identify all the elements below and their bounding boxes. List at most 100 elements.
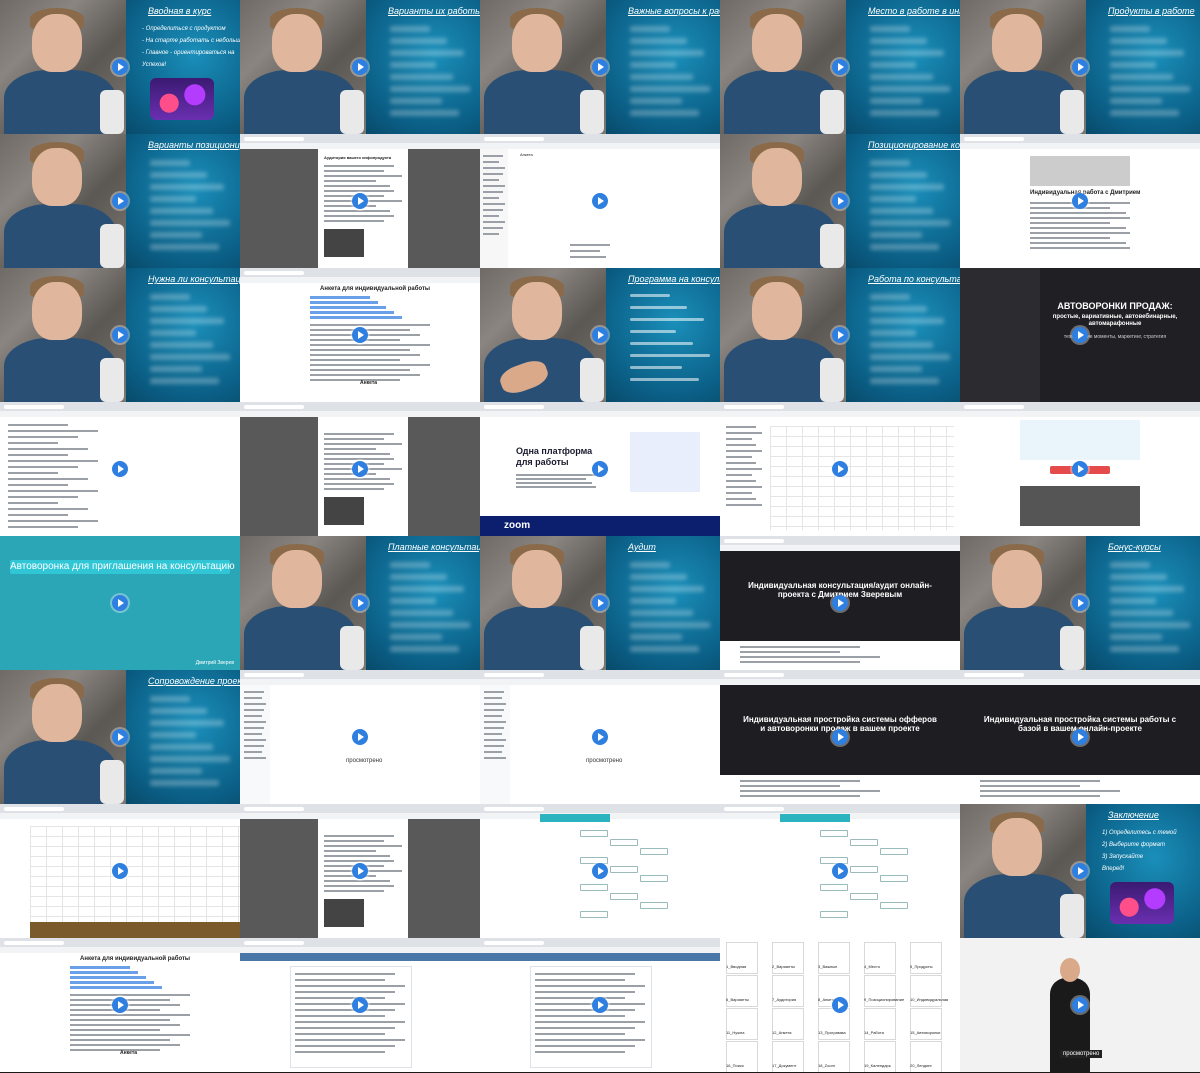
- play-button[interactable]: [352, 193, 368, 209]
- video-tile[interactable]: Место в работе в интернете: [720, 0, 960, 134]
- file-thumbnail[interactable]: [864, 1008, 896, 1040]
- video-tile[interactable]: 1_Вводная 2_Варианты 3_Важные 4_Место 5_Прод…: [720, 938, 960, 1072]
- play-button[interactable]: [592, 595, 608, 611]
- video-tile[interactable]: Позиционирование консультации: [720, 134, 960, 268]
- video-tile[interactable]: Индивидуальная консультация/аудит онлайн…: [720, 536, 960, 670]
- play-button[interactable]: [592, 59, 608, 75]
- play-button[interactable]: [1072, 327, 1088, 343]
- video-tile[interactable]: Продукты в работе: [960, 0, 1200, 134]
- video-tile[interactable]: Важные вопросы к работе: [480, 0, 720, 134]
- video-tile[interactable]: [240, 938, 480, 1072]
- video-tile[interactable]: Варианты позиционирования: [0, 134, 240, 268]
- play-button[interactable]: [832, 729, 848, 745]
- play-button[interactable]: [592, 729, 608, 745]
- video-tile[interactable]: Программа на консультацию: [480, 268, 720, 402]
- play-button[interactable]: [832, 59, 848, 75]
- play-button[interactable]: [1072, 595, 1088, 611]
- browser-toolbar[interactable]: [480, 411, 720, 417]
- play-button[interactable]: [1072, 729, 1088, 745]
- play-button[interactable]: [352, 595, 368, 611]
- play-button[interactable]: [1072, 193, 1088, 209]
- play-button[interactable]: [352, 327, 368, 343]
- browser-toolbar[interactable]: [960, 411, 1200, 417]
- play-button[interactable]: [592, 193, 608, 209]
- video-tile[interactable]: просмотрено: [240, 670, 480, 804]
- play-button[interactable]: [352, 461, 368, 477]
- play-button[interactable]: [352, 863, 368, 879]
- file-thumbnail[interactable]: [818, 942, 850, 974]
- file-thumbnail[interactable]: [726, 975, 758, 1007]
- play-button[interactable]: [832, 193, 848, 209]
- video-tile[interactable]: Заключение 1) Определитесь с темой 2) Выбе…: [960, 804, 1200, 938]
- video-tile[interactable]: АВТОВОРОНКИ ПРОДАЖ: простые, вариативные,…: [960, 268, 1200, 402]
- file-thumbnail[interactable]: [726, 1008, 758, 1040]
- file-thumbnail[interactable]: [772, 1008, 804, 1040]
- play-button[interactable]: [352, 59, 368, 75]
- play-button[interactable]: [832, 461, 848, 477]
- video-tile[interactable]: Сопровождение проекта: [0, 670, 240, 804]
- play-button[interactable]: [832, 595, 848, 611]
- play-button[interactable]: [112, 461, 128, 477]
- browser-toolbar[interactable]: [480, 143, 720, 149]
- file-thumbnail[interactable]: [910, 942, 942, 974]
- browser-toolbar[interactable]: [240, 277, 480, 283]
- video-tile[interactable]: Индивидуальная простройка системы офферо…: [720, 670, 960, 804]
- play-button[interactable]: [832, 327, 848, 343]
- play-button[interactable]: [592, 327, 608, 343]
- play-button[interactable]: [112, 193, 128, 209]
- video-tile[interactable]: Анкета: [480, 134, 720, 268]
- video-tile[interactable]: [720, 402, 960, 536]
- play-button[interactable]: [832, 863, 848, 879]
- file-thumbnail[interactable]: [772, 975, 804, 1007]
- video-tile[interactable]: Автоворонка для приглашения на консульта…: [0, 536, 240, 670]
- video-tile[interactable]: [240, 402, 480, 536]
- video-tile[interactable]: Аудит: [480, 536, 720, 670]
- video-tile[interactable]: Нужна ли консультация?: [0, 268, 240, 402]
- file-thumbnail[interactable]: [772, 942, 804, 974]
- video-tile[interactable]: [480, 938, 720, 1072]
- file-thumbnail[interactable]: [864, 975, 896, 1007]
- play-button[interactable]: [112, 59, 128, 75]
- video-tile[interactable]: Бонус-курсы: [960, 536, 1200, 670]
- video-tile[interactable]: [240, 804, 480, 938]
- video-tile[interactable]: Анкета для индивидуальной работы Анкета: [0, 938, 240, 1072]
- file-thumbnail[interactable]: [910, 1008, 942, 1040]
- play-button[interactable]: [592, 461, 608, 477]
- play-button[interactable]: [1072, 59, 1088, 75]
- video-tile[interactable]: Платные консультации: [240, 536, 480, 670]
- video-tile[interactable]: [960, 402, 1200, 536]
- play-button[interactable]: [832, 997, 848, 1013]
- browser-toolbar[interactable]: [720, 411, 960, 417]
- play-button[interactable]: [112, 997, 128, 1013]
- play-button[interactable]: [592, 863, 608, 879]
- play-button[interactable]: [1072, 863, 1088, 879]
- play-button[interactable]: [352, 729, 368, 745]
- file-thumbnail[interactable]: [818, 1008, 850, 1040]
- video-tile[interactable]: Работа по консультации: [720, 268, 960, 402]
- play-button[interactable]: [112, 327, 128, 343]
- video-tile[interactable]: Вводная в курс - Определиться с продуктом…: [0, 0, 240, 134]
- video-tile[interactable]: просмотрено: [480, 670, 720, 804]
- video-tile[interactable]: Одна платформа для работы zoom: [480, 402, 720, 536]
- play-button[interactable]: [112, 863, 128, 879]
- video-tile[interactable]: Аудитория вашего инфопродукта: [240, 134, 480, 268]
- video-tile[interactable]: [480, 804, 720, 938]
- play-button[interactable]: [1072, 997, 1088, 1013]
- play-button[interactable]: [112, 729, 128, 745]
- browser-toolbar[interactable]: [0, 947, 240, 953]
- play-button[interactable]: [112, 595, 128, 611]
- video-tile[interactable]: [0, 804, 240, 938]
- play-button[interactable]: [592, 997, 608, 1013]
- file-thumbnail[interactable]: [726, 942, 758, 974]
- video-tile[interactable]: Индивидуальная простройка системы работы…: [960, 670, 1200, 804]
- video-tile[interactable]: Индивидуальная работа с Дмитрием: [960, 134, 1200, 268]
- video-tile[interactable]: Анкета для индивидуальной работы Анкета: [240, 268, 480, 402]
- video-tile[interactable]: Варианты их работы: [240, 0, 480, 134]
- browser-toolbar[interactable]: [240, 679, 480, 685]
- video-tile[interactable]: просмотрено: [960, 938, 1200, 1072]
- video-tile[interactable]: [720, 804, 960, 938]
- file-thumbnail[interactable]: [910, 975, 942, 1007]
- video-tile[interactable]: [0, 402, 240, 536]
- browser-toolbar[interactable]: [0, 813, 240, 819]
- browser-toolbar[interactable]: [960, 143, 1200, 149]
